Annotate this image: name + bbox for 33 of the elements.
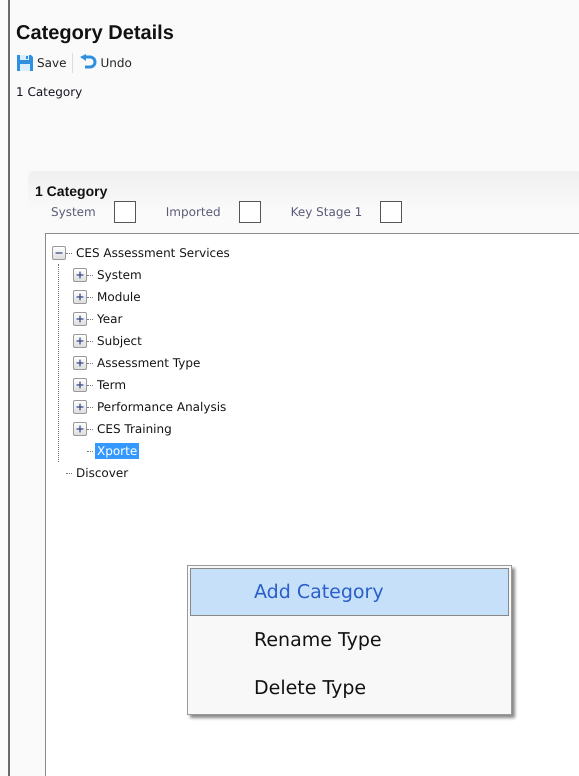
collapse-minus-icon[interactable] (52, 246, 66, 260)
checkbox[interactable] (380, 201, 402, 223)
checkbox-label: System (51, 205, 96, 219)
menu-item[interactable]: Delete Type (190, 664, 509, 712)
tree-item[interactable]: Assessment Type (95, 355, 202, 371)
expand-plus-icon[interactable] (73, 356, 87, 370)
expand-plus-icon[interactable] (73, 268, 87, 282)
tree-item[interactable]: CES Training (95, 421, 174, 437)
tree-item[interactable]: Module (95, 289, 143, 305)
menu-item[interactable]: Rename Type (190, 616, 509, 664)
checkbox-label: Key Stage 1 (290, 205, 362, 219)
expand-plus-icon[interactable] (73, 400, 87, 414)
tree-item[interactable]: System (95, 267, 144, 283)
tree-item[interactable]: Discover (74, 465, 130, 481)
tree-item[interactable]: Subject (95, 333, 144, 349)
tree-item[interactable]: Year (95, 311, 124, 327)
checkbox[interactable] (238, 201, 261, 223)
expand-plus-icon[interactable] (73, 422, 87, 436)
breadcrumb: 1 Category (16, 85, 84, 99)
expand-plus-icon[interactable] (73, 334, 87, 348)
checkbox-label: Imported (166, 205, 221, 219)
tree-item[interactable]: Term (95, 377, 128, 393)
expand-plus-icon[interactable] (73, 290, 87, 304)
checkbox[interactable] (114, 201, 136, 223)
tree-item[interactable]: CES Assessment Services (74, 245, 232, 261)
expand-plus-icon[interactable] (73, 378, 87, 392)
panel-title: 1 Category (35, 183, 108, 199)
page-title: Category Details (16, 22, 175, 45)
undo-button[interactable]: Undo (79, 54, 132, 72)
expand-plus-icon[interactable] (73, 312, 87, 326)
tree-item[interactable]: Performance Analysis (95, 399, 228, 415)
menu-item[interactable]: Add Category (190, 568, 509, 616)
save-button[interactable]: Save (16, 54, 66, 72)
